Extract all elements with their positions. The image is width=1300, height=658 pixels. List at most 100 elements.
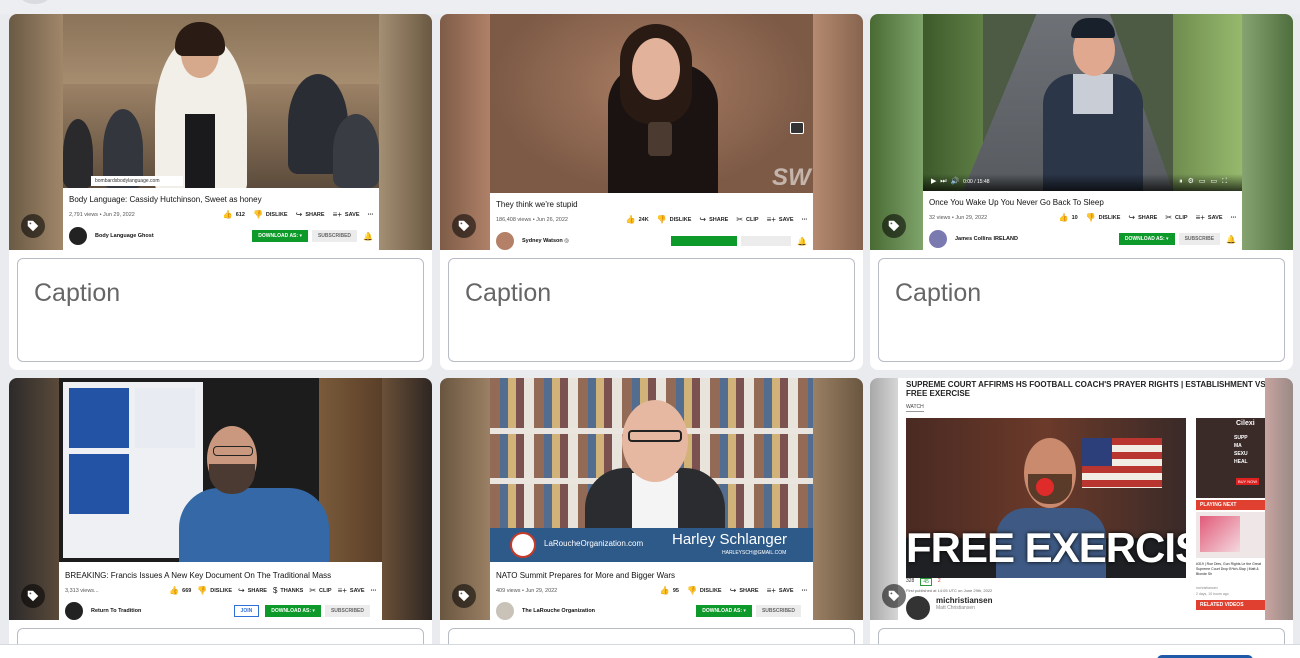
- tag-button[interactable]: [452, 584, 476, 608]
- tag-icon: [888, 590, 900, 602]
- scissors-icon: ✂: [309, 586, 317, 595]
- save-button[interactable]: ≡+ SAVE: [1196, 213, 1223, 222]
- channel-name[interactable]: Sydney Watson ◎: [522, 238, 671, 244]
- more-icon[interactable]: ⋯: [802, 588, 808, 594]
- caption-field[interactable]: Caption: [17, 258, 424, 362]
- tag-button[interactable]: [882, 214, 906, 238]
- thumb-down-icon: 👎: [252, 210, 263, 219]
- screenshot-thumbnail[interactable]: ▶ ⏭ 🔊 0:00 / 15:48 ⏸⚙▭▭⛶ Once You Wake U…: [870, 14, 1293, 250]
- like-button[interactable]: 👍 10: [1059, 213, 1078, 222]
- share-button[interactable]: ↪ SHARE: [730, 586, 759, 595]
- dislike-button[interactable]: 👎 DISLIKE: [1086, 213, 1121, 222]
- blur-edge-right: [813, 378, 863, 620]
- next-video-thumb[interactable]: [1196, 512, 1265, 558]
- thanks-button[interactable]: $ THANKS: [273, 586, 303, 595]
- next-icon[interactable]: ⏭: [940, 178, 946, 185]
- bell-icon[interactable]: 🔔: [797, 237, 807, 246]
- video-frame: [59, 378, 382, 562]
- video-frame[interactable]: FREE EXERCISE: [906, 418, 1186, 578]
- tag-icon: [27, 220, 39, 232]
- dislike-button[interactable]: 👎 DISLIKE: [687, 586, 722, 595]
- subscribed-button[interactable]: SUBSCRIBED: [311, 230, 358, 242]
- channel-avatar[interactable]: [69, 227, 87, 245]
- next-video-title[interactable]: #319 | Roe Dies, Gun Rights Le the Great…: [1196, 562, 1265, 577]
- screenshot-thumbnail[interactable]: LaRoucheOrganization.com Harley Schlange…: [440, 378, 863, 620]
- tag-button[interactable]: [882, 584, 906, 608]
- settings-icon[interactable]: ⚙: [1188, 178, 1199, 185]
- subscribe-button[interactable]: SUBSCRIBE: [1178, 233, 1221, 245]
- screenshot-thumbnail[interactable]: SW They think we're stupid 186,408 views…: [440, 14, 863, 250]
- dislike-button[interactable]: 👎 DISLIKE: [253, 210, 288, 219]
- channel-name[interactable]: James Collins IRELAND: [955, 236, 1119, 242]
- tag-button[interactable]: [452, 214, 476, 238]
- channel-name[interactable]: The LaRouche Organization: [522, 608, 696, 614]
- caption-field[interactable]: Caption: [448, 258, 855, 362]
- caption-field[interactable]: Caption: [878, 258, 1285, 362]
- more-icon[interactable]: ⋯: [371, 588, 377, 594]
- ad-buy-button[interactable]: BUY NOW: [1236, 478, 1260, 485]
- more-icon[interactable]: ⋯: [1231, 215, 1237, 221]
- share-button[interactable]: ↪ SHARE: [238, 586, 267, 595]
- share-button[interactable]: ↪ SHARE: [699, 215, 728, 224]
- download-button[interactable]: DOWNLOAD AS: ▾: [265, 605, 321, 617]
- save-button[interactable]: ≡+ SAVE: [767, 215, 794, 224]
- download-button[interactable]: [671, 236, 738, 246]
- pip-icon[interactable]: [790, 122, 804, 134]
- pause-icon[interactable]: ⏸: [1179, 178, 1188, 185]
- tag-button[interactable]: [21, 584, 45, 608]
- next-video-channel: mchristiansen: [1196, 586, 1218, 590]
- video-title: Once You Wake Up You Never Go Back To Sl…: [929, 198, 1104, 207]
- save-button[interactable]: ≡+ SAVE: [767, 586, 794, 595]
- channel-avatar[interactable]: [496, 232, 514, 250]
- watch-tab[interactable]: WATCH: [906, 404, 924, 412]
- bell-icon[interactable]: 🔔: [1226, 235, 1236, 244]
- screenshot-thumbnail[interactable]: BREAKING: Francis Issues A New Key Docum…: [9, 378, 432, 620]
- more-icon[interactable]: ⋯: [368, 212, 374, 218]
- download-button[interactable]: DOWNLOAD AS: ▾: [252, 230, 308, 242]
- dislike-button[interactable]: 👎 DISLIKE: [657, 215, 692, 224]
- ad-brand: Cilexi: [1236, 420, 1255, 427]
- bell-icon[interactable]: 🔔: [363, 232, 373, 241]
- download-button[interactable]: DOWNLOAD AS: ▾: [696, 605, 752, 617]
- lower-third-site: LaRoucheOrganization.com: [544, 539, 644, 548]
- screenshot-thumbnail[interactable]: bombardsbodylanguage.com Body Language: …: [9, 14, 432, 250]
- subscribe-button[interactable]: [741, 236, 792, 246]
- join-button[interactable]: JOIN: [233, 605, 260, 617]
- like-button[interactable]: 👍 669: [169, 586, 191, 595]
- subscribed-button[interactable]: SUBSCRIBED: [324, 605, 370, 617]
- ad-banner[interactable]: Cilexi SUPP MA SEXU HEAL BUY NOW: [1196, 418, 1265, 498]
- clip-button[interactable]: ✂ CLIP: [309, 586, 331, 595]
- like-button[interactable]: 👍 95: [660, 586, 679, 595]
- share-button[interactable]: ↪ SHARE: [1128, 213, 1157, 222]
- share-button[interactable]: ↪ SHARE: [296, 210, 325, 219]
- save-button[interactable]: ≡+ SAVE: [338, 586, 365, 595]
- channel-name[interactable]: Body Language Ghost: [95, 233, 252, 239]
- thumb-up-icon: 👍: [1058, 213, 1069, 222]
- subscribed-button[interactable]: SUBSCRIBED: [755, 605, 801, 617]
- dislike-button[interactable]: 👎 DISLIKE: [197, 586, 232, 595]
- channel-avatar[interactable]: [906, 596, 930, 620]
- video-title: NATO Summit Prepares for More and Bigger…: [496, 571, 676, 580]
- tag-button[interactable]: [21, 214, 45, 238]
- save-button[interactable]: ≡+ SAVE: [333, 210, 360, 219]
- theater-icon[interactable]: ▭: [1210, 178, 1222, 185]
- download-button[interactable]: DOWNLOAD AS: ▾: [1118, 233, 1175, 245]
- channel-avatar[interactable]: [65, 602, 83, 620]
- like-button[interactable]: 👍 612: [223, 210, 245, 219]
- like-button[interactable]: 👍 24K: [626, 215, 649, 224]
- dislike-count[interactable]: 2: [938, 578, 941, 586]
- more-icon[interactable]: ⋯: [802, 217, 808, 223]
- channel-name[interactable]: michristiansen: [936, 596, 992, 605]
- clip-button[interactable]: ✂ CLIP: [736, 215, 758, 224]
- channel-avatar[interactable]: [929, 230, 947, 248]
- channel-name[interactable]: Return To Tradition: [91, 608, 234, 614]
- play-icon[interactable]: ▶: [931, 178, 936, 185]
- like-count[interactable]: 45: [920, 578, 932, 586]
- volume-icon[interactable]: 🔊: [950, 178, 959, 185]
- screenshot-thumbnail[interactable]: SUPREME COURT AFFIRMS HS FOOTBALL COACH'…: [870, 378, 1293, 620]
- clip-button[interactable]: ✂ CLIP: [1165, 213, 1187, 222]
- miniplayer-icon[interactable]: ▭: [1199, 178, 1211, 185]
- avatar[interactable]: [20, 0, 50, 4]
- fullscreen-icon[interactable]: ⛶: [1222, 178, 1232, 185]
- channel-avatar[interactable]: [496, 602, 514, 620]
